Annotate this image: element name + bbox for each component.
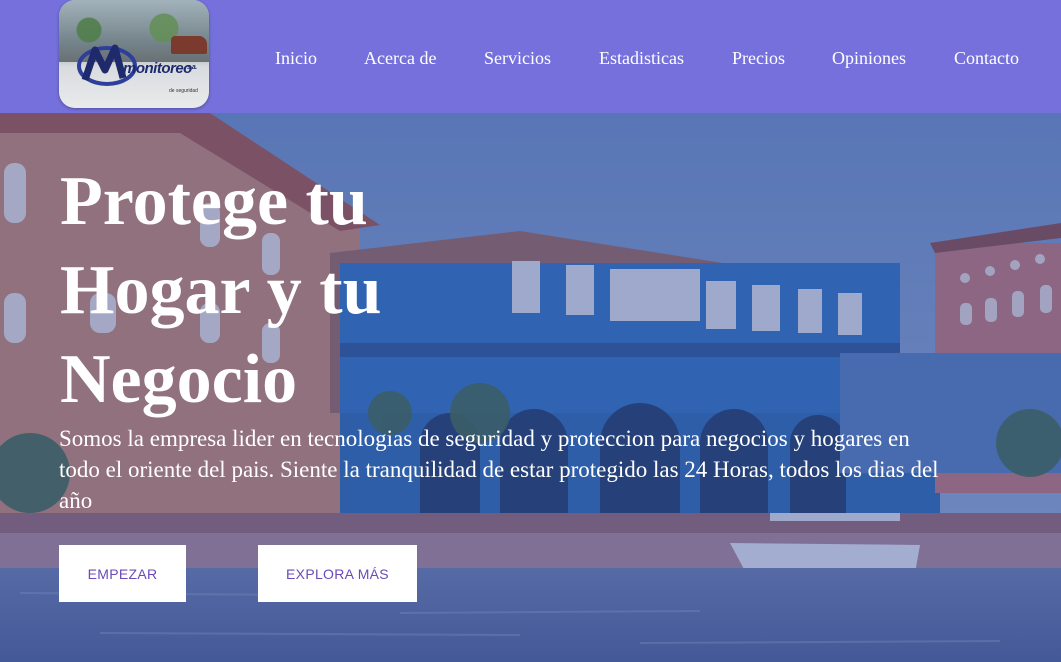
empezar-button[interactable]: EMPEZAR bbox=[59, 545, 186, 602]
logo-tagline: de seguridad bbox=[169, 88, 198, 94]
nav-link-estadisticas[interactable]: Estadisticas bbox=[599, 48, 684, 69]
nav-link-inicio[interactable]: Inicio bbox=[275, 48, 317, 69]
nav-link-acerca-de[interactable]: Acerca de bbox=[364, 48, 436, 69]
main-nav: Inicio Acerca de Servicios Estadisticas … bbox=[0, 48, 1061, 70]
nav-link-precios[interactable]: Precios bbox=[732, 48, 785, 69]
nav-link-contacto[interactable]: Contacto bbox=[954, 48, 1019, 69]
nav-link-opiniones[interactable]: Opiniones bbox=[832, 48, 906, 69]
hero-lead-text: Somos la empresa lider en tecnologias de… bbox=[59, 426, 939, 513]
explora-mas-button[interactable]: EXPLORA MÁS bbox=[258, 545, 417, 602]
nav-link-servicios[interactable]: Servicios bbox=[484, 48, 551, 69]
site-header: monitoreo s.a. de seguridad Inicio Acerc… bbox=[0, 0, 1061, 113]
hero-headline: Protege tu Hogar y tu Negocio bbox=[60, 163, 382, 418]
